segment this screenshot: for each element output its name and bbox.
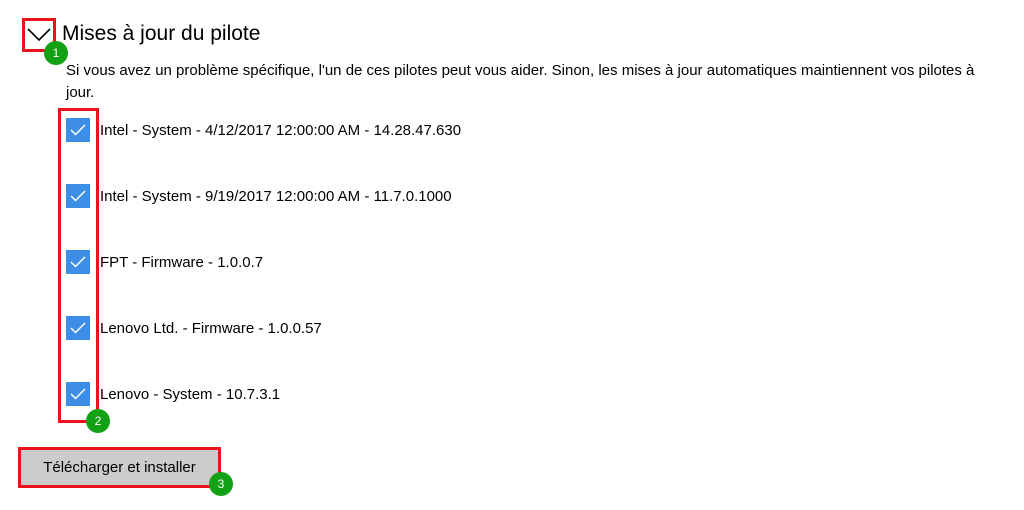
chevron-down-icon bbox=[27, 28, 51, 42]
checkmark-icon bbox=[70, 322, 86, 334]
checkmark-icon bbox=[70, 190, 86, 202]
driver-checkbox-1[interactable] bbox=[66, 118, 90, 142]
driver-label-3[interactable]: FPT - Firmware - 1.0.0.7 bbox=[100, 254, 263, 271]
download-install-button[interactable]: Télécharger et installer bbox=[18, 447, 221, 488]
driver-checkbox-2[interactable] bbox=[66, 184, 90, 208]
checkmark-icon bbox=[70, 256, 86, 268]
annotation-badge-2: 2 bbox=[86, 409, 110, 433]
driver-row-4[interactable]: Lenovo Ltd. - Firmware - 1.0.0.57 bbox=[66, 316, 322, 340]
section-title: Mises à jour du pilote bbox=[62, 22, 261, 45]
driver-checkbox-5[interactable] bbox=[66, 382, 90, 406]
driver-row-5[interactable]: Lenovo - System - 10.7.3.1 bbox=[66, 382, 280, 406]
driver-label-4[interactable]: Lenovo Ltd. - Firmware - 1.0.0.57 bbox=[100, 320, 322, 337]
driver-label-2[interactable]: Intel - System - 9/19/2017 12:00:00 AM -… bbox=[100, 188, 452, 205]
driver-label-5[interactable]: Lenovo - System - 10.7.3.1 bbox=[100, 386, 280, 403]
driver-row-2[interactable]: Intel - System - 9/19/2017 12:00:00 AM -… bbox=[66, 184, 452, 208]
section-description: Si vous avez un problème spécifique, l'u… bbox=[66, 62, 975, 101]
driver-checkbox-4[interactable] bbox=[66, 316, 90, 340]
driver-checkbox-3[interactable] bbox=[66, 250, 90, 274]
driver-row-3[interactable]: FPT - Firmware - 1.0.0.7 bbox=[66, 250, 263, 274]
annotation-badge-1: 1 bbox=[44, 41, 68, 65]
driver-row-1[interactable]: Intel - System - 4/12/2017 12:00:00 AM -… bbox=[66, 118, 461, 142]
checkmark-icon bbox=[70, 124, 86, 136]
annotation-badge-3: 3 bbox=[209, 472, 233, 496]
download-install-button-label: Télécharger et installer bbox=[43, 459, 196, 476]
checkmark-icon bbox=[70, 388, 86, 400]
driver-label-1[interactable]: Intel - System - 4/12/2017 12:00:00 AM -… bbox=[100, 122, 461, 139]
